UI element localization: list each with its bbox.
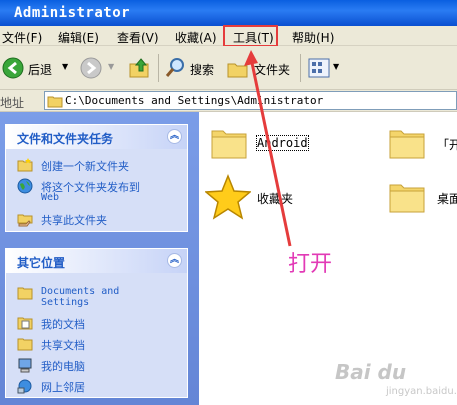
network-globe-icon bbox=[17, 379, 32, 394]
toolbar-separator bbox=[158, 54, 159, 82]
toolbar-separator bbox=[300, 54, 301, 82]
documents-settings-label-2: Settings bbox=[41, 297, 90, 308]
search-label: 搜索 bbox=[190, 63, 215, 77]
create-folder-label: 创建一个新文件夹 bbox=[41, 160, 129, 173]
desktop-item[interactable]: 桌面 bbox=[387, 176, 457, 226]
folder-up-icon bbox=[129, 58, 149, 78]
menu-favorites[interactable]: 收藏(A) bbox=[175, 29, 217, 46]
up-button[interactable] bbox=[128, 55, 154, 81]
folders-icon bbox=[227, 63, 248, 78]
computer-icon bbox=[18, 358, 32, 373]
menu-help[interactable]: 帮助(H) bbox=[292, 29, 334, 46]
folders-label: 文件夹 bbox=[254, 63, 291, 77]
address-label: 地址 bbox=[0, 96, 25, 110]
file-tasks-title: 文件和文件夹任务 bbox=[17, 132, 114, 146]
other-places-title: 其它位置 bbox=[17, 256, 66, 270]
title-bar: Administrator bbox=[0, 0, 457, 26]
menu-view[interactable]: 查看(V) bbox=[117, 29, 159, 46]
folder-item-android[interactable]: Android bbox=[209, 122, 329, 172]
views-button[interactable]: ▼ bbox=[308, 55, 342, 81]
folder-name: Android bbox=[256, 135, 309, 151]
forward-dropdown-icon[interactable]: ▼ bbox=[108, 62, 114, 71]
my-documents-label: 我的文档 bbox=[41, 318, 85, 331]
folder-icon bbox=[389, 130, 425, 159]
globe-icon bbox=[17, 178, 33, 194]
folder-item-2[interactable]: 「开 bbox=[387, 122, 457, 172]
favorites-item[interactable]: 收藏夹 bbox=[204, 173, 325, 224]
annotation-text: 打开 bbox=[288, 252, 333, 277]
shared-documents-icon bbox=[17, 338, 33, 351]
new-folder-icon bbox=[17, 158, 33, 172]
views-dropdown-icon[interactable]: ▼ bbox=[333, 62, 339, 71]
collapse-chevron-icon[interactable]: ︽ bbox=[167, 253, 182, 268]
menu-file[interactable]: 文件(F) bbox=[2, 29, 42, 46]
tools-menu-highlight-box bbox=[223, 25, 278, 47]
watermark-url: jingyan.baidu.com bbox=[386, 386, 457, 397]
folder-icon bbox=[17, 287, 33, 300]
shared-documents-label: 共享文档 bbox=[41, 339, 85, 352]
forward-button[interactable]: ▼ bbox=[80, 55, 120, 81]
address-path: C:\Documents and Settings\Administrator bbox=[65, 94, 324, 107]
search-magnifier-icon bbox=[165, 58, 184, 77]
documents-settings-label: Documents and bbox=[41, 286, 120, 297]
search-button[interactable]: 搜索 bbox=[164, 55, 218, 81]
my-documents-icon bbox=[17, 317, 33, 330]
back-arrow-icon bbox=[2, 57, 24, 79]
back-button[interactable]: 后退 ▼ bbox=[2, 55, 72, 81]
folder-name: 「开 bbox=[437, 138, 457, 152]
task-pane: 文件和文件夹任务 ︽ 创建一个新文件夹 将这个文件夹发布到 Web 共享此文件夹… bbox=[0, 112, 199, 405]
address-bar: 地址 C:\Documents and Settings\Administrat… bbox=[0, 90, 457, 112]
folder-icon bbox=[47, 96, 63, 108]
watermark-logo: Bai du bbox=[335, 360, 407, 384]
window-title: Administrator bbox=[14, 5, 131, 21]
other-places-panel: 其它位置 ︽ Documents and Settings 我的文档 共享文档 bbox=[5, 248, 188, 398]
publish-web-label-2: Web bbox=[41, 192, 60, 203]
menu-edit[interactable]: 编辑(E) bbox=[58, 29, 99, 46]
back-label: 后退 bbox=[28, 63, 53, 77]
favorites-name: 收藏夹 bbox=[257, 192, 294, 206]
views-grid-icon bbox=[308, 58, 330, 78]
file-tasks-header[interactable]: 文件和文件夹任务 ︽ bbox=[6, 125, 187, 149]
address-input[interactable]: C:\Documents and Settings\Administrator bbox=[44, 91, 457, 110]
file-tasks-panel: 文件和文件夹任务 ︽ 创建一个新文件夹 将这个文件夹发布到 Web 共享此文件夹 bbox=[5, 124, 188, 232]
folders-button[interactable]: 文件夹 bbox=[226, 55, 292, 81]
toolbar: 后退 ▼ ▼ 搜索 文件夹 ▼ bbox=[0, 46, 457, 90]
network-places-label: 网上邻居 bbox=[41, 381, 85, 394]
desktop-name: 桌面 bbox=[437, 192, 457, 206]
forward-arrow-icon bbox=[80, 57, 102, 79]
share-folder-label: 共享此文件夹 bbox=[41, 214, 107, 227]
share-hand-icon bbox=[17, 214, 33, 227]
collapse-chevron-icon[interactable]: ︽ bbox=[167, 129, 182, 144]
star-icon bbox=[204, 173, 252, 220]
folder-icon bbox=[389, 184, 425, 213]
folder-icon bbox=[211, 130, 247, 159]
other-places-header[interactable]: 其它位置 ︽ bbox=[6, 249, 187, 273]
back-dropdown-icon[interactable]: ▼ bbox=[62, 62, 68, 71]
my-computer-label: 我的电脑 bbox=[41, 360, 85, 373]
